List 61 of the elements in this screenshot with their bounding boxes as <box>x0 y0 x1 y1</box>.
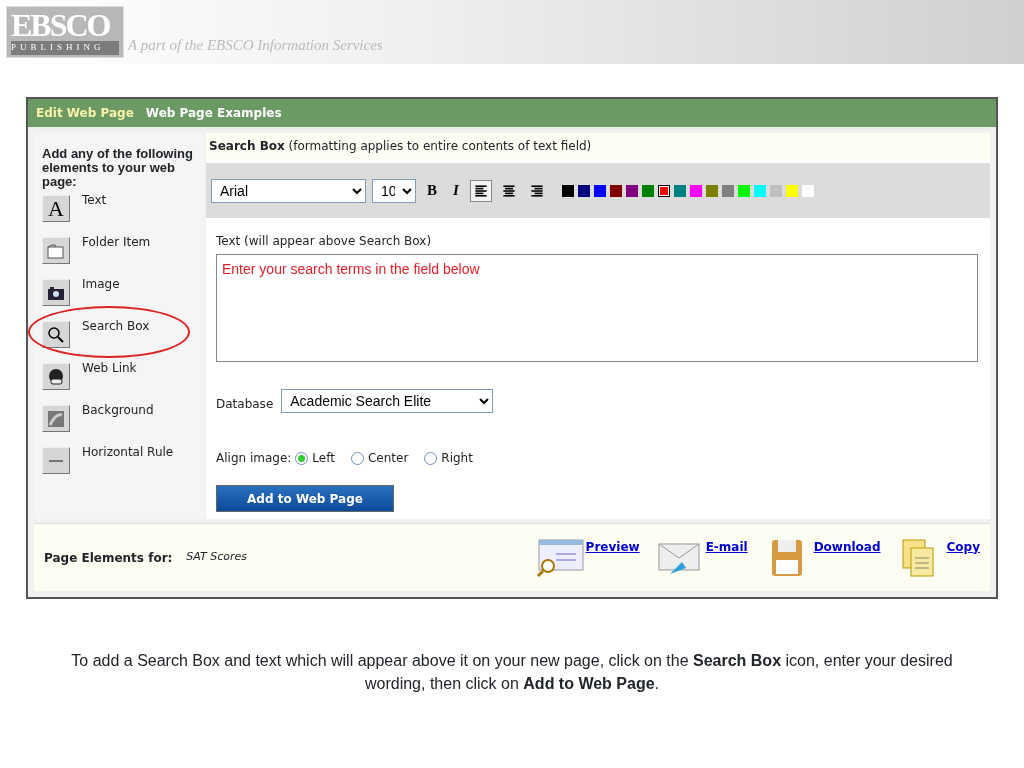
color-swatch[interactable] <box>593 184 606 197</box>
color-swatch[interactable] <box>705 184 718 197</box>
action-link[interactable]: E-mail <box>705 537 748 556</box>
element-label: Folder Item <box>82 234 151 251</box>
color-swatch[interactable] <box>673 184 686 197</box>
color-swatch[interactable] <box>753 184 766 197</box>
radio-button[interactable] <box>350 451 364 465</box>
element-button[interactable]: A <box>42 195 70 222</box>
element-label: Background <box>82 402 154 419</box>
color-swatch[interactable] <box>769 184 782 197</box>
color-swatch[interactable] <box>577 184 590 197</box>
add-button[interactable]: Add to Web Page <box>216 485 394 512</box>
action-link[interactable]: Download <box>813 537 881 556</box>
element-label: Text <box>82 192 107 209</box>
element-label: Web Link <box>82 360 137 377</box>
footer-label: Page Elements for: <box>44 549 173 567</box>
caption: To add a Search Box and text which will appear above it on your new page, click on the Search Box icon, enter your desired wording, then click on Add to Web Page. <box>70 651 954 694</box>
align-right-icon <box>528 183 545 198</box>
color-swatch[interactable] <box>657 184 670 197</box>
line-icon <box>49 459 63 462</box>
color-swatch[interactable] <box>689 184 702 197</box>
color-swatch[interactable] <box>721 184 734 197</box>
element-button[interactable] <box>42 363 70 390</box>
field-label: Text (will appear above Search Box) <box>216 233 433 250</box>
element-label: Image <box>82 276 120 293</box>
sidebar-heading: Add any of the following elements to your web page: <box>42 147 194 189</box>
color-swatch[interactable] <box>641 184 654 197</box>
align-button[interactable] <box>469 179 492 202</box>
action-link[interactable]: Copy <box>946 537 980 556</box>
font-select[interactable]: Arial <box>211 178 366 203</box>
radio-label: Left <box>312 450 335 467</box>
logo: EBSCO PUBLISHING <box>6 6 124 58</box>
radio-button[interactable] <box>295 451 309 465</box>
italic-button[interactable]: I <box>448 179 464 202</box>
text-field[interactable]: Enter your search terms in the field below <box>216 254 978 362</box>
database-select[interactable]: Academic Search Elite <box>281 389 494 413</box>
bold-button[interactable]: B <box>422 179 442 202</box>
color-swatch[interactable] <box>609 184 622 197</box>
tagline: A part of the EBSCO Information Services <box>128 35 383 55</box>
element-label: Search Box <box>82 318 150 335</box>
color-swatch[interactable] <box>785 184 798 197</box>
align-center-icon <box>500 183 517 198</box>
color-swatch[interactable] <box>737 184 750 197</box>
panel-title: Search Box (formatting applies to entire contents of text field) <box>206 133 990 160</box>
radio-button[interactable] <box>424 451 438 465</box>
color-swatch[interactable] <box>801 184 814 197</box>
field-label: Database <box>216 396 274 413</box>
color-swatch[interactable] <box>561 184 574 197</box>
element-button[interactable] <box>42 321 70 348</box>
element-label: Horizontal Rule <box>82 444 174 461</box>
picture-frame-icon <box>46 408 66 429</box>
radio-label: Center <box>367 450 409 467</box>
page-name: SAT Scores <box>186 549 248 566</box>
align-left-icon <box>472 183 489 198</box>
field-label: Align image: <box>216 450 292 467</box>
browser-magnifier-icon[interactable] <box>535 537 586 578</box>
radio-label: Right <box>441 450 473 467</box>
action-link[interactable]: Preview <box>585 537 640 556</box>
element-button[interactable] <box>42 279 70 306</box>
search-icon <box>46 324 66 345</box>
color-swatch[interactable] <box>625 184 638 197</box>
